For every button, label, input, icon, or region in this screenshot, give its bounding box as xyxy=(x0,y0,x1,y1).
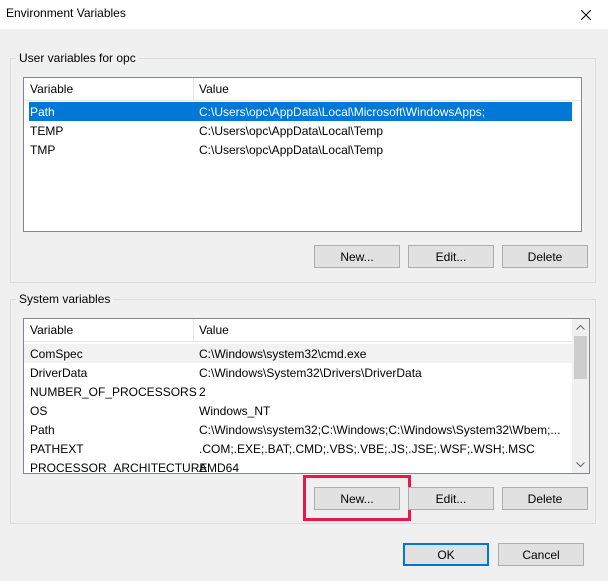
row-value: C:\Windows\System32\Drivers\DriverData xyxy=(199,366,422,380)
user-row-temp[interactable]: TEMP C:\Users\opc\AppData\Local\Temp xyxy=(24,121,581,140)
user-variables-list[interactable]: Variable Value Path C:\Users\opc\AppData… xyxy=(23,77,582,232)
user-list-header: Variable Value xyxy=(24,78,581,101)
system-row-path[interactable]: Path C:\Windows\system32;C:\Windows;C:\W… xyxy=(24,420,572,439)
close-icon xyxy=(581,9,591,20)
row-value: C:\Windows\system32\cmd.exe xyxy=(199,347,367,361)
user-variables-label: User variables for opc xyxy=(16,51,139,65)
chevron-up-icon xyxy=(576,325,585,330)
system-row-number-of-processors[interactable]: NUMBER_OF_PROCESSORS 2 xyxy=(24,382,572,401)
system-variables-list[interactable]: Variable Value ComSpec C:\Windows\system… xyxy=(23,318,590,474)
scroll-down-button[interactable] xyxy=(572,456,589,473)
window-title: Environment Variables xyxy=(6,6,126,20)
row-variable: DriverData xyxy=(30,366,88,380)
column-header-variable[interactable]: Variable xyxy=(30,323,73,337)
system-row-os[interactable]: OS Windows_NT xyxy=(24,401,572,420)
row-value: AMD64 xyxy=(199,461,240,474)
row-variable: TMP xyxy=(30,143,56,157)
system-list-scrollbar[interactable] xyxy=(572,319,589,473)
row-value: Windows_NT xyxy=(199,404,271,418)
row-variable: NUMBER_OF_PROCESSORS xyxy=(30,385,197,399)
row-variable: Path xyxy=(30,105,55,119)
user-delete-button[interactable]: Delete xyxy=(502,245,588,268)
system-row-pathext[interactable]: PATHEXT .COM;.EXE;.BAT;.CMD;.VBS;.VBE;.J… xyxy=(24,439,572,458)
row-value: C:\Users\opc\AppData\Local\Microsoft\Win… xyxy=(199,105,486,119)
scroll-up-button[interactable] xyxy=(572,319,589,336)
row-variable: ComSpec xyxy=(30,347,83,361)
highlight-annotation xyxy=(303,475,411,521)
system-row-comspec[interactable]: ComSpec C:\Windows\system32\cmd.exe xyxy=(24,344,572,363)
row-variable: OS xyxy=(30,404,48,418)
ok-button[interactable]: OK xyxy=(403,543,489,566)
user-row-tmp[interactable]: TMP C:\Users\opc\AppData\Local\Temp xyxy=(24,140,581,159)
title-bar: Environment Variables xyxy=(0,0,608,29)
user-edit-button[interactable]: Edit... xyxy=(408,245,494,268)
system-variables-label: System variables xyxy=(16,292,114,306)
chevron-down-icon xyxy=(576,462,585,467)
row-value: C:\Users\opc\AppData\Local\Temp xyxy=(199,124,384,138)
row-value: 2 xyxy=(199,385,206,399)
system-list-header: Variable Value xyxy=(24,319,572,342)
column-header-value[interactable]: Value xyxy=(199,323,229,337)
system-delete-button[interactable]: Delete xyxy=(502,487,588,510)
close-button[interactable] xyxy=(564,0,608,29)
cancel-button[interactable]: Cancel xyxy=(498,543,584,566)
user-new-button[interactable]: New... xyxy=(314,245,400,268)
row-value: .COM;.EXE;.BAT;.CMD;.VBS;.VBE;.JS;.JSE;.… xyxy=(199,442,535,456)
row-variable: TEMP xyxy=(30,124,64,138)
scroll-thumb[interactable] xyxy=(574,336,587,379)
system-edit-button[interactable]: Edit... xyxy=(408,487,494,510)
system-row-driverdata[interactable]: DriverData C:\Windows\System32\Drivers\D… xyxy=(24,363,572,382)
row-value: C:\Users\opc\AppData\Local\Temp xyxy=(199,143,384,157)
row-variable: Path xyxy=(30,423,55,437)
row-value: C:\Windows\system32;C:\Windows;C:\Window… xyxy=(199,423,561,437)
row-variable: PROCESSOR_ARCHITECTURE xyxy=(30,461,208,474)
row-variable: PATHEXT xyxy=(30,442,84,456)
column-header-value[interactable]: Value xyxy=(199,82,229,96)
user-row-path[interactable]: Path C:\Users\opc\AppData\Local\Microsof… xyxy=(29,102,572,121)
system-row-processor-architecture[interactable]: PROCESSOR_ARCHITECTURE AMD64 xyxy=(24,458,572,474)
column-header-variable[interactable]: Variable xyxy=(30,82,73,96)
